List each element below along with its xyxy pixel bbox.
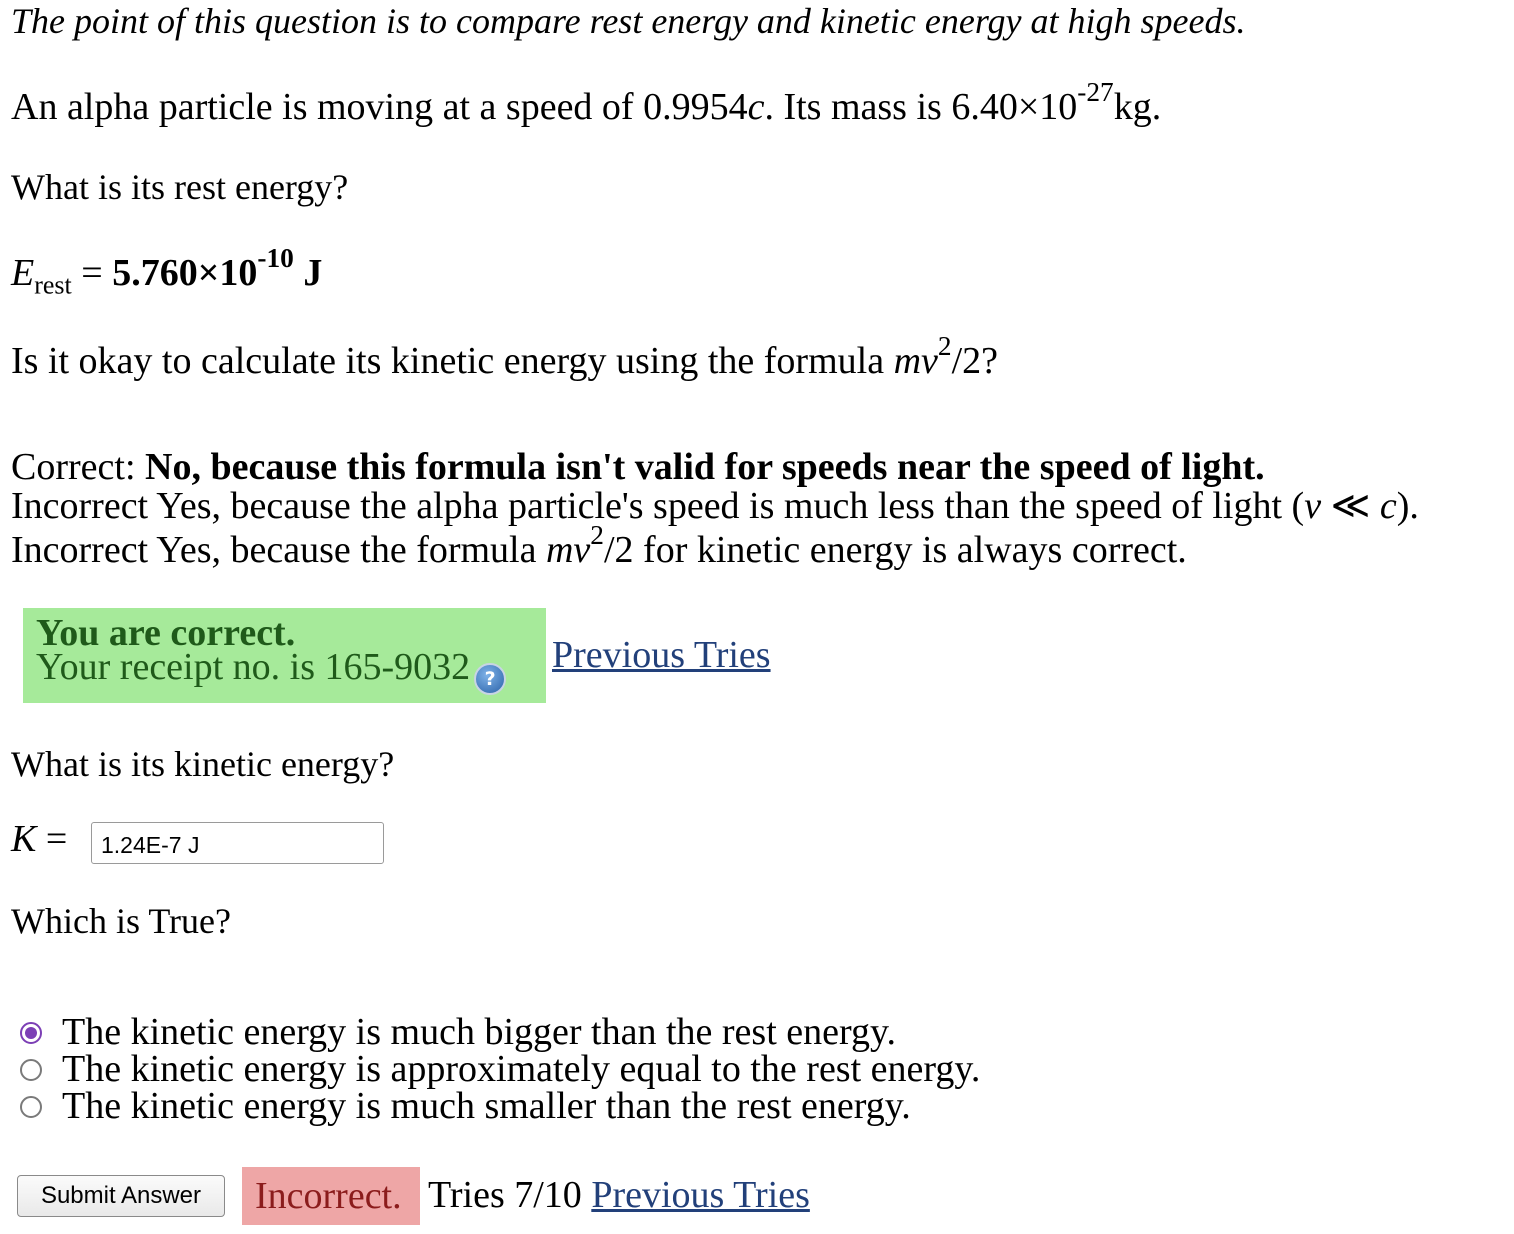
feedback-title: You are correct.: [36, 612, 296, 654]
choice-incorrect-1-prefix: Incorrect: [11, 485, 157, 527]
receipt-line: Your receipt no. is 165-9032?: [36, 648, 546, 695]
problem-part3: kg.: [1113, 86, 1162, 128]
rest-energy-mantissa: 5.760×10: [112, 252, 258, 294]
choice-incorrect-1: Incorrect Yes, because the alpha particl…: [11, 487, 1419, 531]
kinetic-energy-input[interactable]: [91, 822, 384, 864]
kinetic-energy-label: K =: [11, 818, 67, 860]
choice-incorrect-1-end: ).: [1396, 485, 1419, 527]
choice-incorrect-2-post: /2 for kinetic energy is always correct.: [603, 529, 1187, 571]
problem-part2: . Its mass is 6.40×10: [764, 86, 1078, 128]
rest-energy-exponent: -10: [257, 243, 294, 274]
receipt-text: Your receipt no. is 165-9032: [36, 646, 471, 688]
choice-incorrect-2-exp: 2: [590, 520, 604, 551]
which-true-options: The kinetic energy is much bigger than t…: [20, 1013, 980, 1125]
option-radio-2[interactable]: [20, 1058, 42, 1081]
choice-incorrect-2-pre: Yes, because the formula: [156, 529, 546, 571]
much-less-symbol: ≪: [1321, 485, 1380, 527]
which-true-question: Which is True?: [11, 901, 231, 941]
problem-part1: An alpha particle is moving at a speed o…: [11, 86, 748, 128]
correct-feedback-box: You are correct. Your receipt no. is 165…: [23, 608, 546, 703]
option-radio-1[interactable]: [20, 1021, 42, 1044]
choice-incorrect-1-text: Yes, because the alpha particle's speed …: [156, 485, 1305, 527]
rest-energy-equals: =: [71, 252, 113, 294]
speed-symbol: c: [747, 86, 765, 128]
option-label-3[interactable]: The kinetic energy is much smaller than …: [62, 1087, 911, 1125]
formula-choices: Correct: No, because this formula isn't …: [11, 448, 1419, 570]
mass-exponent: -27: [1077, 77, 1114, 108]
help-icon[interactable]: ?: [474, 663, 507, 695]
submit-answer-button[interactable]: Submit Answer: [17, 1175, 225, 1217]
choice-incorrect-2-mv: mv: [545, 529, 591, 571]
rest-energy-unit: J: [293, 252, 323, 294]
formula-mv: mv: [893, 340, 938, 382]
option-row-1[interactable]: The kinetic energy is much bigger than t…: [20, 1013, 980, 1051]
choice-correct-prefix: Correct:: [11, 446, 146, 488]
incorrect-status-badge: Incorrect.: [242, 1167, 420, 1225]
choice-incorrect-2-prefix: Incorrect: [11, 529, 157, 571]
rest-energy-question: What is its rest energy?: [11, 167, 349, 207]
previous-tries-link-1[interactable]: Previous Tries: [552, 632, 771, 678]
rest-energy-answer: Erest = 5.760×10-10 J: [11, 245, 323, 299]
intro-text: The point of this question is to compare…: [11, 1, 1246, 41]
formula-question: Is it okay to calculate its kinetic ener…: [11, 333, 998, 382]
kinetic-symbol: K: [11, 818, 37, 860]
formula-post: /2?: [951, 340, 998, 382]
choice-c-symbol: c: [1379, 485, 1397, 527]
choice-incorrect-2: Incorrect Yes, because the formula mv2/2…: [11, 522, 1419, 571]
rest-energy-subscript: rest: [34, 270, 72, 300]
option-radio-3[interactable]: [20, 1095, 42, 1118]
kinetic-energy-question: What is its kinetic energy?: [11, 744, 395, 784]
kinetic-equals: =: [36, 818, 68, 860]
choice-correct-text: No, because this formula isn't valid for…: [145, 446, 1265, 488]
formula-question-text: Is it okay to calculate its kinetic ener…: [11, 340, 894, 382]
option-row-2[interactable]: The kinetic energy is approximately equa…: [20, 1050, 980, 1088]
problem-statement: An alpha particle is moving at a speed o…: [11, 79, 1162, 128]
choice-v-symbol: v: [1304, 485, 1322, 527]
rest-energy-symbol: E: [11, 252, 35, 294]
option-label-1[interactable]: The kinetic energy is much bigger than t…: [62, 1013, 896, 1051]
option-label-2[interactable]: The kinetic energy is approximately equa…: [62, 1050, 980, 1088]
formula-exponent: 2: [937, 331, 952, 362]
tries-counter: Tries 7/10 Previous Tries: [428, 1174, 810, 1216]
option-row-3[interactable]: The kinetic energy is much smaller than …: [20, 1087, 980, 1125]
previous-tries-link-2[interactable]: Previous Tries: [591, 1174, 810, 1216]
tries-text: Tries 7/10: [428, 1174, 582, 1216]
choice-correct: Correct: No, because this formula isn't …: [11, 448, 1419, 487]
